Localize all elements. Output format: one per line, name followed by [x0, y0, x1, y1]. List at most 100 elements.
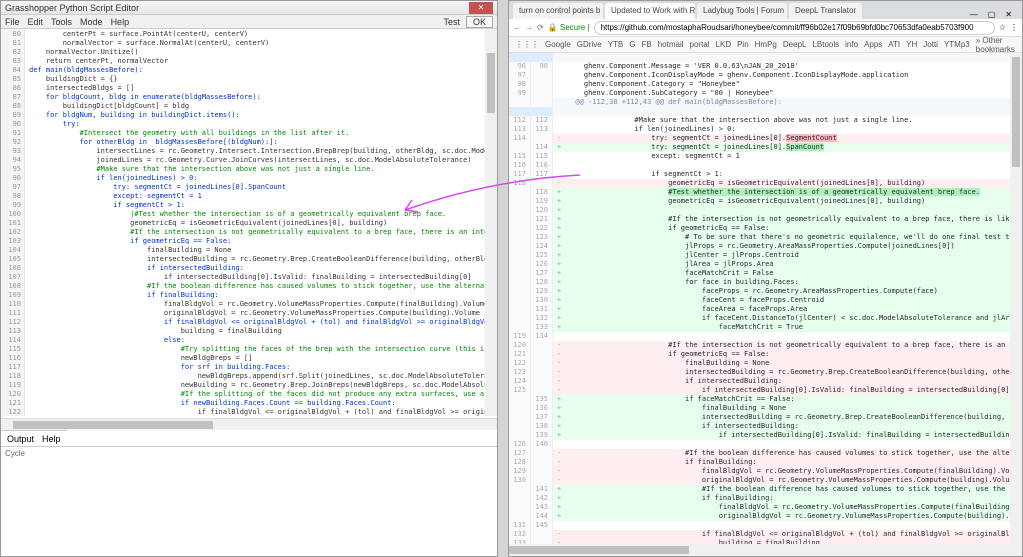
diff-line[interactable]: 127+ faceMatchCrit = False [509, 269, 1010, 278]
diff-line[interactable]: 112112 #Make sure that the intersection … [509, 116, 1010, 125]
bookmark-item[interactable]: LBtools [812, 40, 839, 49]
diff-line[interactable]: 128- if finalBuilding: [509, 458, 1010, 467]
diff-line[interactable]: 120- #If the intersection is not geometr… [509, 341, 1010, 350]
diff-line[interactable]: 122- finalBuilding = None [509, 359, 1010, 368]
diff-line[interactable]: 121- if geometricEq == False: [509, 350, 1010, 359]
diff-line[interactable]: 135+ if faceMatchCrit == False: [509, 395, 1010, 404]
diff-line[interactable]: 143+ finalBldgVol = rc.Geometry.VolumeMa… [509, 503, 1010, 512]
diff-line[interactable]: 119134 [509, 332, 1010, 341]
output-tab[interactable]: Output [7, 434, 34, 444]
menu-help[interactable]: Help [111, 17, 130, 27]
diff-line[interactable]: 142+ if finalBuilding: [509, 494, 1010, 503]
bookmark-item[interactable]: YH [906, 40, 917, 49]
diff-line[interactable]: 128+ for face in building.Faces: [509, 278, 1010, 287]
diff-line[interactable]: 123- intersectedBuilding = rc.Geometry.B… [509, 368, 1010, 377]
diff-line[interactable]: 129+ faceProps = rc.Geometry.AreaMassPro… [509, 287, 1010, 296]
code-text[interactable]: centerPt = surface.PointAt(centerU, cent… [25, 29, 497, 416]
bookmark-item[interactable]: hotmail [658, 40, 684, 49]
diff-line[interactable]: 99 ghenv.Component.SubCategory = "00 | H… [509, 89, 1010, 98]
diff-line[interactable]: 137+ intersectedBuilding = rc.Geometry.B… [509, 413, 1010, 422]
bookmark-item[interactable]: FB [641, 40, 651, 49]
bookmark-item[interactable]: DeepL [783, 40, 807, 49]
maximize-icon[interactable]: ▢ [988, 10, 996, 19]
editor-titlebar[interactable]: Grasshopper Python Script Editor ✕ [1, 1, 497, 15]
diff-line[interactable]: 129- finalBldgVol = rc.Geometry.VolumeMa… [509, 467, 1010, 476]
bookmark-item[interactable]: Google [545, 40, 571, 49]
bookmark-item[interactable]: HmPg [755, 40, 777, 49]
diff-line[interactable]: 123+ # To be sure that there's no geomet… [509, 233, 1010, 242]
diff-line[interactable]: 114- try: segmentCt = joinedLines[0].Seg… [509, 134, 1010, 143]
diff-line[interactable]: 118- geometricEq = isGeometricEquivalent… [509, 179, 1010, 188]
bookmark-item[interactable]: GDrive [577, 40, 602, 49]
close-icon[interactable]: ✕ [469, 2, 493, 14]
diff-line[interactable]: 122+ if geometricEq == False: [509, 224, 1010, 233]
browser-tab[interactable]: Updated to Work with R [605, 3, 695, 19]
bookmark-item[interactable]: Jotti [923, 40, 938, 49]
diff-line[interactable]: 130+ faceCent = faceProps.Centroid [509, 296, 1010, 305]
scrollbar-thumb[interactable] [13, 421, 213, 429]
url-input[interactable] [594, 21, 995, 35]
scrollbar-thumb[interactable] [487, 53, 495, 113]
bookmark-item[interactable]: portal [690, 40, 710, 49]
ok-button[interactable]: OK [466, 16, 493, 28]
diff-line[interactable]: 118+ #Test whether the intersection is o… [509, 188, 1010, 197]
diff-line[interactable]: 124+ jlProps = rc.Geometry.AreaMassPrope… [509, 242, 1010, 251]
bookmark-item[interactable]: ATI [888, 40, 900, 49]
diff-line[interactable]: 133+ faceMatchCrit = True [509, 323, 1010, 332]
browser-tab[interactable]: Ladybug Tools | Forum [697, 3, 787, 19]
test-button[interactable]: Test [443, 17, 460, 27]
bookmark-item[interactable]: info [845, 40, 858, 49]
close-icon[interactable]: ✕ [1005, 10, 1012, 19]
browser-scrollbar-vertical[interactable] [1010, 53, 1022, 556]
diff-line[interactable]: 120+ [509, 206, 1010, 215]
diff-line[interactable]: 141+ #If the boolean difference has caus… [509, 485, 1010, 494]
diff-line[interactable]: 127- #If the boolean difference has caus… [509, 449, 1010, 458]
bookmark-item[interactable]: G [629, 40, 635, 49]
minimize-icon[interactable]: — [970, 10, 978, 19]
back-icon[interactable]: ← [513, 23, 521, 32]
diff-line[interactable]: 119+ geometricEq = isGeometricEquivalent… [509, 197, 1010, 206]
other-bookmarks[interactable]: » Other bookmarks [976, 37, 1016, 53]
bookmark-item[interactable]: Apps [864, 40, 882, 49]
diff-line[interactable] [509, 53, 1010, 62]
diff-line[interactable]: 131145 [509, 521, 1010, 530]
forward-icon[interactable]: → [525, 23, 533, 32]
reload-icon[interactable]: ⟳ [537, 23, 544, 32]
diff-line[interactable]: 116116 [509, 161, 1010, 170]
diff-line[interactable] [509, 107, 1010, 116]
menu-file[interactable]: File [5, 17, 20, 27]
browser-scrollbar-horizontal[interactable] [509, 544, 1010, 556]
browser-tab[interactable]: DeepL Translator [789, 3, 862, 19]
bookmark-item[interactable]: Pin [737, 40, 749, 49]
bookmark-item[interactable]: YTMp3 [944, 40, 970, 49]
diff-line[interactable]: 113113 if len(joinedLines) > 0: [509, 125, 1010, 134]
diff-line[interactable]: 124- if intersectedBuilding: [509, 377, 1010, 386]
menu-edit[interactable]: Edit [28, 17, 44, 27]
diff-line[interactable]: 144+ originalBldgVol = rc.Geometry.Volum… [509, 512, 1010, 521]
editor-scrollbar-horizontal[interactable] [1, 418, 497, 430]
diff-line[interactable]: 130- originalBldgVol = rc.Geometry.Volum… [509, 476, 1010, 485]
diff-line[interactable]: 9696 ghenv.Component.Message = 'VER 0.0.… [509, 62, 1010, 71]
diff-line[interactable]: 117117 if segmentCt > 1: [509, 170, 1010, 179]
menu-mode[interactable]: Mode [80, 17, 103, 27]
apps-icon[interactable]: ⋮⋮⋮ [515, 40, 539, 49]
diff-line[interactable]: 132+ if faceCent.DistanceTo(jlCenter) < … [509, 314, 1010, 323]
diff-line[interactable]: 139+ if intersectedBuilding[0].IsValid: … [509, 431, 1010, 440]
diff-line[interactable]: 114+ try: segmentCt = joinedLines[0].Spa… [509, 143, 1010, 152]
bookmark-item[interactable]: YTB [608, 40, 624, 49]
diff-line[interactable]: 115115 except: segmentCt = 1 [509, 152, 1010, 161]
diff-line[interactable]: 98 ghenv.Component.Category = "Honeybee" [509, 80, 1010, 89]
help-tab[interactable]: Help [42, 434, 61, 444]
diff-line[interactable]: 138+ if intersectedBuilding: [509, 422, 1010, 431]
diff-line[interactable]: 125- if intersectedBuilding[0].IsValid: … [509, 386, 1010, 395]
bookmark-item[interactable]: LKD [716, 40, 732, 49]
diff-line[interactable]: 131+ faceArea = faceProps.Area [509, 305, 1010, 314]
star-icon[interactable]: ☆ [999, 23, 1006, 32]
scrollbar-thumb[interactable] [1012, 57, 1020, 167]
code-area[interactable]: 80 81 82 83 84 85 86 87 88 89 90 91 92 9… [1, 29, 497, 416]
menu-icon[interactable]: ⋮ [1010, 23, 1018, 32]
diff-line[interactable]: 126+ jlArea = jlProps.Area [509, 260, 1010, 269]
browser-tab[interactable]: turn on control points b [513, 3, 603, 19]
menu-tools[interactable]: Tools [51, 17, 72, 27]
diff-line[interactable]: 126140 [509, 440, 1010, 449]
